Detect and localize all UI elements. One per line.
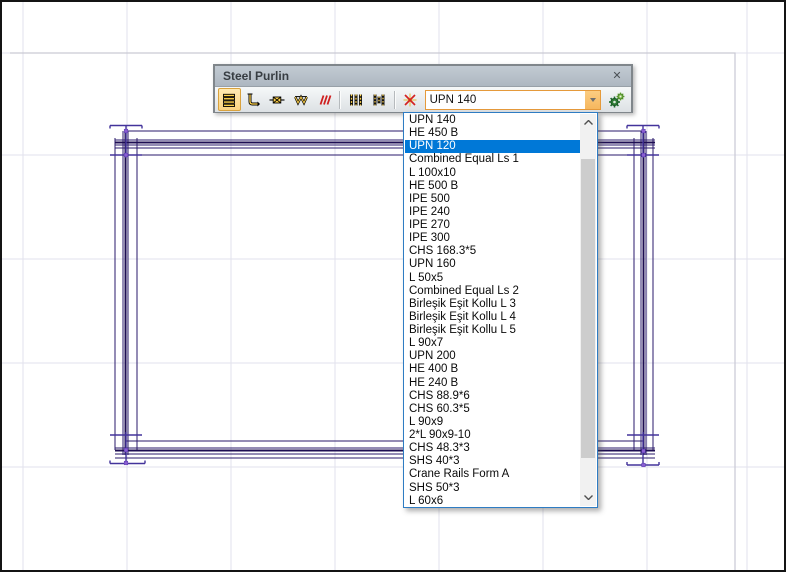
- chevron-down-icon: [584, 495, 593, 500]
- dropdown-item[interactable]: SHS 40*3: [405, 455, 580, 468]
- titlebar[interactable]: Steel Purlin ✕: [215, 66, 631, 87]
- close-icon[interactable]: ✕: [609, 69, 625, 84]
- profile-settings-button[interactable]: [606, 89, 628, 111]
- delete-purlin-icon: [402, 92, 418, 108]
- scrollbar-thumb[interactable]: [581, 159, 595, 458]
- dropdown-item[interactable]: Crane Rails Form A: [405, 468, 580, 481]
- dropdown-item[interactable]: UPN 140: [405, 114, 580, 127]
- dropdown-item[interactable]: L 100x10: [405, 167, 580, 180]
- dropdown-item[interactable]: CHS 48.3*3: [405, 442, 580, 455]
- dropdown-item[interactable]: HE 450 B: [405, 127, 580, 140]
- dropdown-item[interactable]: HE 500 B: [405, 180, 580, 193]
- profile-dropdown-list: UPN 140HE 450 BUPN 120Combined Equal Ls …: [403, 112, 598, 508]
- chevron-up-icon: [584, 120, 593, 125]
- purlin-grid-a-icon: [348, 92, 364, 108]
- beam-section-button[interactable]: [266, 88, 289, 111]
- dropdown-item[interactable]: UPN 200: [405, 350, 580, 363]
- dropdown-item[interactable]: IPE 300: [405, 232, 580, 245]
- dropdown-item[interactable]: Birleşik Eşit Kollu L 5: [405, 324, 580, 337]
- dropdown-item[interactable]: HE 240 B: [405, 377, 580, 390]
- dropdown-item[interactable]: CHS 168.3*5: [405, 245, 580, 258]
- steel-purlin-toolbar-window: Steel Purlin ✕: [213, 64, 633, 113]
- combo-dropdown-button[interactable]: [585, 91, 600, 109]
- dropdown-item[interactable]: CHS 88.9*6: [405, 390, 580, 403]
- horizontal-purlins-icon: [221, 92, 237, 108]
- dropdown-item[interactable]: IPE 240: [405, 206, 580, 219]
- delete-purlin-button[interactable]: [399, 88, 422, 111]
- dropdown-item[interactable]: SHS 50*3: [405, 482, 580, 495]
- profile-settings-gears-icon: [608, 91, 626, 109]
- purlin-grid-b-button[interactable]: [368, 88, 391, 111]
- dropdown-item[interactable]: Combined Equal Ls 1: [405, 153, 580, 166]
- dropdown-item[interactable]: IPE 270: [405, 219, 580, 232]
- dropdown-items: UPN 140HE 450 BUPN 120Combined Equal Ls …: [405, 114, 580, 506]
- scroll-up-button[interactable]: [580, 114, 596, 131]
- purlin-grid-a-button[interactable]: [344, 88, 367, 111]
- dropdown-scrollbar[interactable]: [580, 114, 596, 506]
- window-title: Steel Purlin: [223, 69, 609, 83]
- dropdown-item[interactable]: L 60x6: [405, 495, 580, 506]
- dropdown-item[interactable]: UPN 120: [405, 140, 580, 153]
- beam-section-icon: [269, 92, 285, 108]
- dropdown-item[interactable]: L 90x9: [405, 416, 580, 429]
- w-profile-button[interactable]: [289, 88, 312, 111]
- dropdown-item[interactable]: HE 400 B: [405, 363, 580, 376]
- edge-purlin-polyline-button[interactable]: [242, 88, 265, 111]
- slanted-members-button[interactable]: [313, 88, 336, 111]
- dropdown-item[interactable]: Birleşik Eşit Kollu L 3: [405, 298, 580, 311]
- chevron-down-icon: [590, 98, 596, 102]
- toolbar: [215, 87, 631, 112]
- dropdown-item[interactable]: Combined Equal Ls 2: [405, 285, 580, 298]
- edge-purlin-polyline-icon: [245, 92, 261, 108]
- dropdown-item[interactable]: CHS 60.3*5: [405, 403, 580, 416]
- dropdown-item[interactable]: 2*L 90x9-10: [405, 429, 580, 442]
- w-profile-icon: [293, 92, 309, 108]
- dropdown-item[interactable]: Birleşik Eşit Kollu L 4: [405, 311, 580, 324]
- toolbar-separator: [339, 91, 341, 109]
- dropdown-item[interactable]: L 90x7: [405, 337, 580, 350]
- scroll-down-button[interactable]: [580, 489, 596, 506]
- purlin-grid-b-icon: [371, 92, 387, 108]
- toolbar-separator: [394, 91, 396, 109]
- dropdown-item[interactable]: UPN 160: [405, 258, 580, 271]
- dropdown-item[interactable]: L 50x5: [405, 272, 580, 285]
- profile-combobox: [425, 90, 602, 110]
- slanted-members-icon: [317, 92, 333, 108]
- profile-combo-input[interactable]: [426, 91, 586, 109]
- horizontal-purlins-button[interactable]: [218, 88, 241, 111]
- dropdown-item[interactable]: IPE 500: [405, 193, 580, 206]
